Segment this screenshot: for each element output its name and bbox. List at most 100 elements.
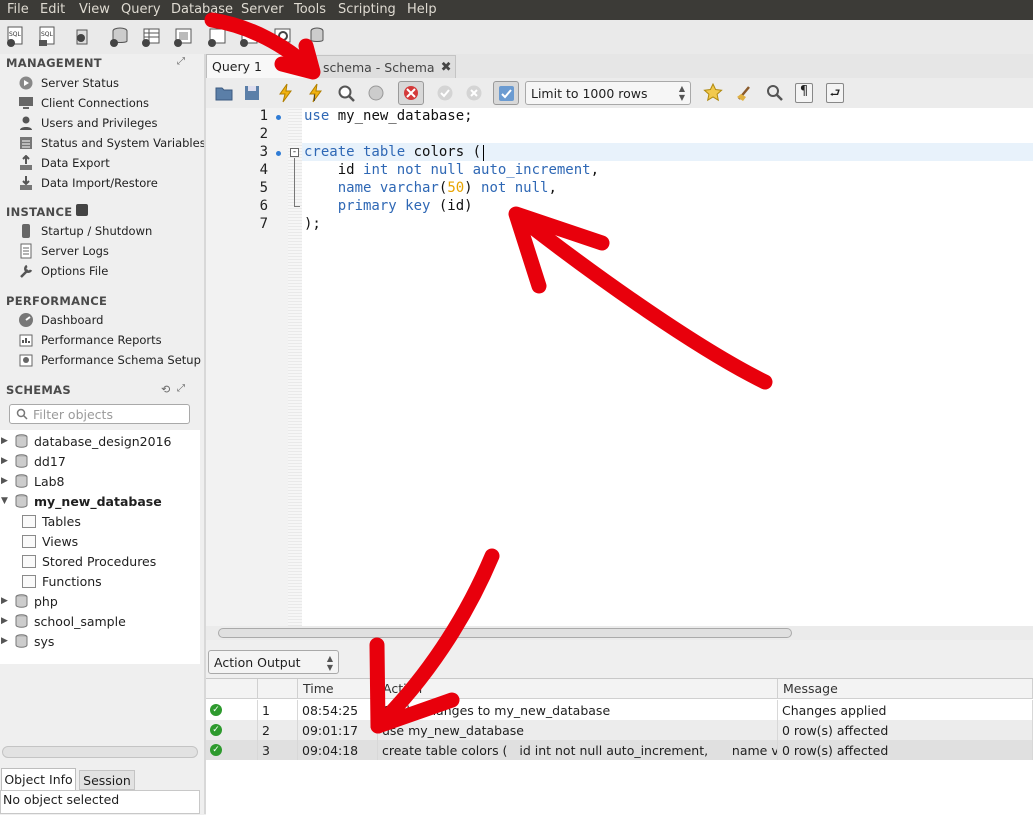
open-folder-icon[interactable]: [214, 83, 234, 103]
col-message-header[interactable]: Message: [778, 679, 1033, 699]
schema-name: Lab8: [34, 473, 65, 489]
search-table-data-icon[interactable]: [272, 26, 294, 48]
col-status-header[interactable]: [206, 679, 258, 699]
nav-users-and-privileges[interactable]: Users and Privileges: [18, 114, 157, 132]
line-number: 2: [259, 126, 268, 142]
toggle-autocommit-button[interactable]: [493, 81, 519, 105]
nav-performance-schema-setup[interactable]: Performance Schema Setup: [18, 351, 201, 369]
instance-icon: [76, 204, 88, 216]
action-output-table: Time Action Message ✓ 1 08:54:25 Apply c…: [206, 678, 1033, 815]
editor-tab-bar: Query 1 schema - Schema ✖: [206, 54, 1033, 79]
inspector-icon[interactable]: [72, 26, 94, 48]
schema-dd17[interactable]: ▶ dd17: [0, 451, 200, 471]
tree-tables[interactable]: Tables: [22, 511, 81, 531]
nav-server-status[interactable]: Server Status: [18, 74, 119, 92]
tree-label: Stored Procedures: [42, 553, 157, 569]
sql-editor[interactable]: 1 2 3 4 5 6 7 - use my_new_database; cre…: [206, 108, 1033, 640]
tree-stored-procedures[interactable]: Stored Procedures: [22, 551, 156, 571]
execute-lightning-icon[interactable]: [276, 83, 296, 103]
editor-scrollbar-track[interactable]: [206, 626, 1033, 640]
table-row[interactable]: ✓ 2 09:01:17 use my_new_database 0 row(s…: [206, 720, 1033, 740]
menu-help[interactable]: Help: [407, 2, 437, 17]
menu-file[interactable]: File: [7, 2, 29, 17]
rollback-icon[interactable]: [464, 83, 484, 103]
schema-lab8[interactable]: ▶ Lab8: [0, 471, 200, 491]
menu-query[interactable]: Query: [121, 2, 161, 17]
toggle-continue-on-error-button[interactable]: [398, 81, 424, 105]
output-type-select[interactable]: Action Output ▲ ▼: [208, 650, 339, 674]
create-function-icon[interactable]: [238, 26, 260, 48]
menu-server[interactable]: Server: [241, 2, 284, 17]
nav-server-logs[interactable]: Server Logs: [18, 242, 109, 260]
schema-my-new-database[interactable]: ▼ my_new_database: [0, 491, 200, 511]
collapse-tree-icon[interactable]: ▼: [1, 496, 10, 506]
open-sql-file-icon[interactable]: SQL: [37, 26, 59, 48]
menu-tools[interactable]: Tools: [294, 2, 326, 17]
nav-data-export[interactable]: Data Export: [18, 154, 110, 172]
invisible-chars-icon[interactable]: ¶: [795, 83, 813, 103]
nav-dashboard[interactable]: Dashboard: [18, 311, 103, 329]
create-schema-icon[interactable]: [108, 26, 130, 48]
nav-performance-reports[interactable]: Performance Reports: [18, 331, 162, 349]
word-wrap-icon[interactable]: ⮐: [826, 83, 844, 103]
create-procedure-icon[interactable]: [206, 26, 228, 48]
limit-rows-select[interactable]: Limit to 1000 rows ▲ ▼: [525, 81, 691, 105]
expand-icon[interactable]: ▶: [1, 436, 10, 446]
tree-functions[interactable]: Functions: [22, 571, 102, 591]
spinner-arrows-icon: ▲ ▼: [326, 654, 333, 672]
tree-views[interactable]: Views: [22, 531, 78, 551]
explain-magnifier-icon[interactable]: [336, 83, 356, 103]
schema-sys[interactable]: ▶ sys: [0, 631, 200, 651]
tree-label: Views: [42, 533, 79, 549]
row-number: 2: [258, 720, 298, 740]
menu-view[interactable]: View: [79, 2, 110, 17]
menu-edit[interactable]: Edit: [40, 2, 65, 17]
expand-icon[interactable]: ▶: [1, 636, 10, 646]
expand-icon[interactable]: ▶: [1, 616, 10, 626]
create-view-icon[interactable]: [172, 26, 194, 48]
nav-data-import-restore[interactable]: Data Import/Restore: [18, 174, 158, 192]
table-row[interactable]: ✓ 3 09:04:18 create table colors ( id in…: [206, 740, 1033, 760]
nav-options-file[interactable]: Options File: [18, 262, 108, 280]
line-number: 1: [259, 108, 268, 124]
create-table-icon[interactable]: [140, 26, 162, 48]
find-magnifier-icon[interactable]: [765, 83, 785, 103]
filter-objects-input[interactable]: Filter objects: [9, 404, 190, 424]
schema-school-sample[interactable]: ▶ school_sample: [0, 611, 200, 631]
table-row[interactable]: ✓ 1 08:54:25 Apply changes to my_new_dat…: [206, 700, 1033, 720]
refresh-icon[interactable]: ⟲: [161, 383, 170, 396]
beautify-broom-icon[interactable]: [735, 83, 755, 103]
nav-status-and-system-variables[interactable]: Status and System Variables: [18, 134, 206, 152]
schema-database-design2016[interactable]: ▶ database_design2016: [0, 431, 200, 451]
tab-session[interactable]: Session: [79, 770, 135, 790]
fold-toggle-icon[interactable]: -: [290, 148, 299, 157]
new-sql-tab-icon[interactable]: SQL: [5, 26, 27, 48]
col-number-header[interactable]: [258, 679, 298, 699]
close-tab-icon[interactable]: ✖: [441, 60, 452, 75]
sidebar-scrollbar[interactable]: [2, 746, 198, 758]
stop-hand-icon[interactable]: [366, 83, 386, 103]
nav-label: Client Connections: [41, 96, 150, 110]
save-icon[interactable]: [242, 83, 262, 103]
expand-icon[interactable]: ▶: [1, 476, 10, 486]
expand-icon[interactable]: ▶: [1, 596, 10, 606]
reconnect-icon[interactable]: [306, 26, 328, 48]
tab-query-1[interactable]: Query 1: [206, 54, 316, 78]
tab-schema[interactable]: schema - Schema ✖: [316, 55, 456, 78]
col-action-header[interactable]: Action: [378, 679, 778, 699]
editor-scrollbar-thumb[interactable]: [218, 628, 792, 638]
nav-client-connections[interactable]: Client Connections: [18, 94, 149, 112]
menu-scripting[interactable]: Scripting: [338, 2, 396, 17]
collapse-icon[interactable]: ⤢: [177, 56, 185, 67]
col-time-header[interactable]: Time: [298, 679, 378, 699]
menu-database[interactable]: Database: [171, 2, 233, 17]
execute-current-statement-icon[interactable]: I: [306, 83, 326, 103]
commit-check-icon[interactable]: [435, 83, 455, 103]
nav-startup-shutdown[interactable]: Startup / Shutdown: [18, 222, 152, 240]
collapse-icon[interactable]: ⤢: [177, 383, 185, 394]
expand-icon[interactable]: ▶: [1, 456, 10, 466]
row-action: Apply changes to my_new_database: [378, 700, 778, 720]
schema-php[interactable]: ▶ php: [0, 591, 200, 611]
add-snippet-star-icon[interactable]: [703, 83, 723, 103]
tab-object-info[interactable]: Object Info: [1, 768, 76, 790]
